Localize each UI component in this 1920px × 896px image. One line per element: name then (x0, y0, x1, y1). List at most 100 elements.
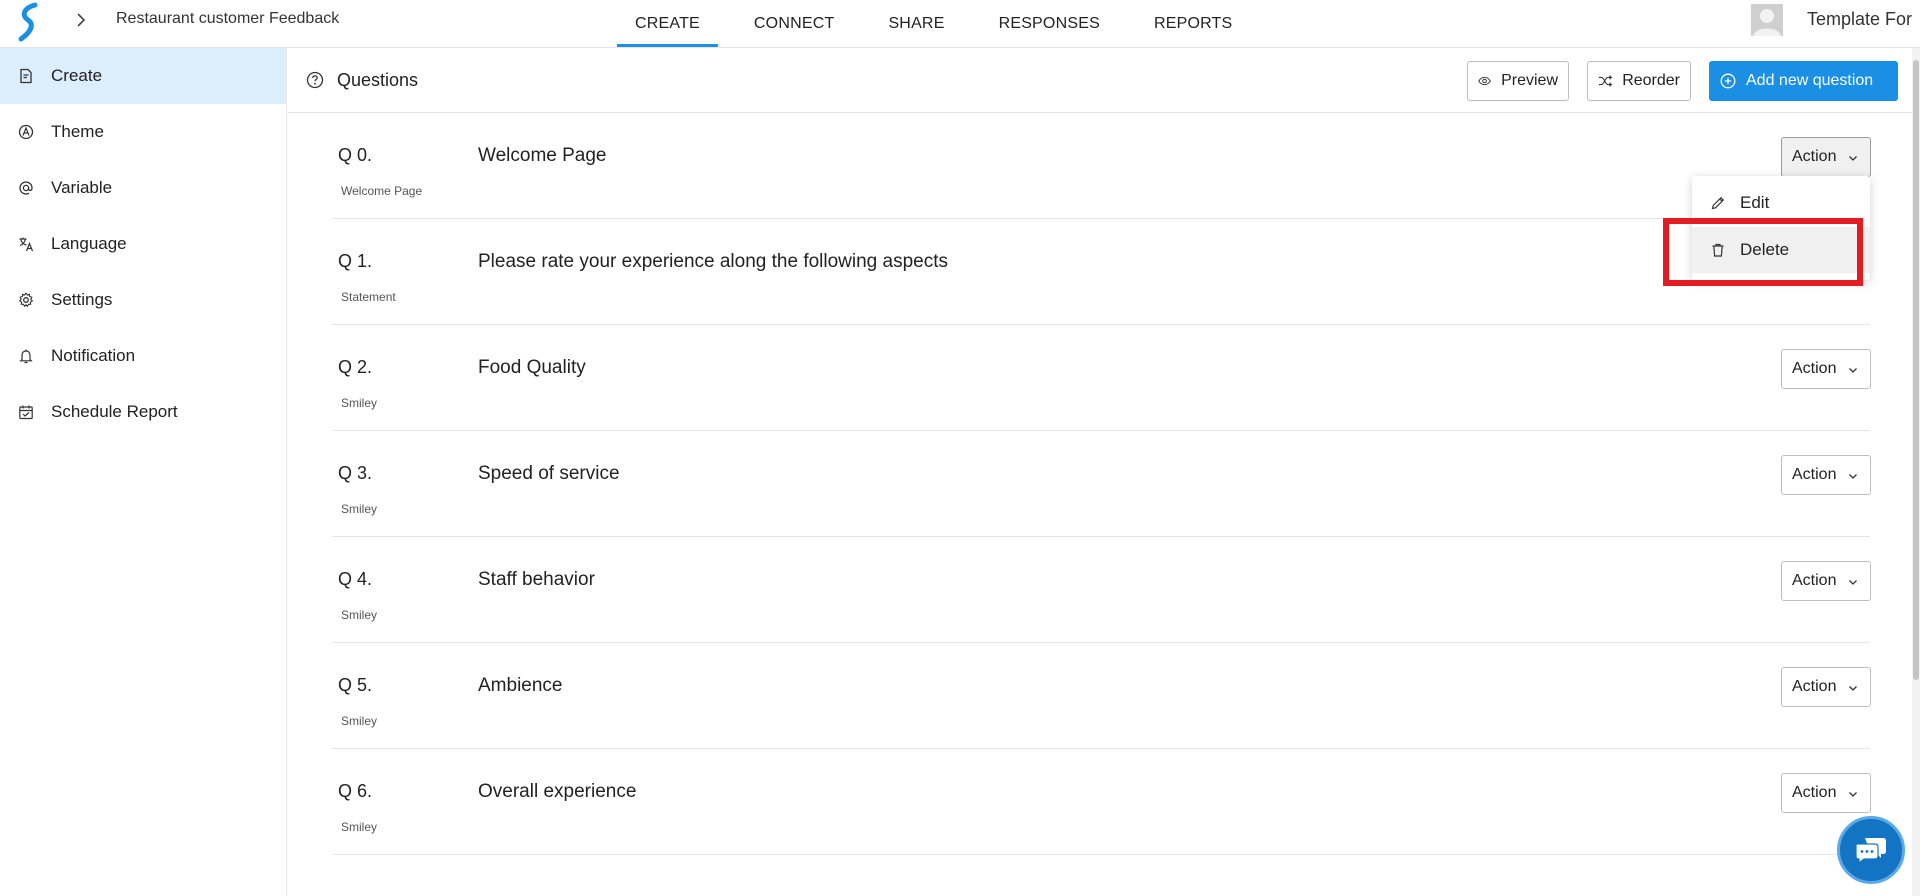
main-content: Questions Preview Reorder Add new questi… (288, 48, 1920, 896)
question-text[interactable]: Speed of service (478, 463, 620, 485)
sidebar-item-create[interactable]: Create (0, 48, 286, 104)
question-type: Smiley (341, 502, 378, 516)
chevron-down-icon (1849, 792, 1857, 797)
tab-reports[interactable]: REPORTS (1136, 0, 1250, 48)
edit-label: Edit (1740, 193, 1770, 212)
reorder-button[interactable]: Reorder (1587, 61, 1691, 101)
question-type: Welcome Page (341, 184, 423, 198)
gear-icon (18, 292, 34, 308)
sidebar-item-label: Variable (51, 178, 113, 197)
sidebar-item-label: Language (51, 234, 127, 253)
sidebar-item-label: Theme (51, 122, 104, 141)
avatar-icon[interactable] (1751, 4, 1783, 36)
action-label: Action (1792, 678, 1837, 695)
question-row: Q 1. Statement Please rate your experien… (332, 219, 1870, 325)
question-row: Q 3. Smiley Speed of service Action (332, 431, 1871, 537)
tab-reports-label: REPORTS (1153, 15, 1233, 32)
help-circle-icon (306, 71, 324, 89)
sidebar-item-notification[interactable]: Notification (0, 328, 286, 384)
action-label: Action (1792, 360, 1837, 377)
chevron-down-icon (1849, 686, 1857, 691)
sidebar-item-variable[interactable]: Variable (0, 160, 286, 216)
page-title: Questions (337, 70, 419, 90)
plus-circle-icon (1720, 73, 1736, 89)
question-row: Q 0. Welcome Page Welcome Page Action (332, 113, 1871, 219)
question-number: Q 1. (338, 251, 373, 271)
sidebar-item-label: Schedule Report (51, 402, 178, 421)
question-type: Smiley (341, 608, 378, 622)
eye-icon (1478, 76, 1491, 86)
question-number: Q 0. (338, 145, 373, 165)
top-bar: Restaurant customer Feedback CREATE CONN… (0, 0, 1920, 48)
delete-label: Delete (1740, 240, 1790, 259)
add-new-question-button[interactable]: Add new question (1709, 61, 1898, 101)
question-row: Q 4. Smiley Staff behavior Action (332, 537, 1871, 643)
action-label: Action (1792, 466, 1837, 483)
bell-icon (18, 348, 34, 364)
scrollbar-thumb[interactable] (1913, 60, 1919, 680)
chat-icon (1855, 838, 1886, 865)
sidebar-item-language[interactable]: Language (0, 216, 286, 272)
chevron-right-icon[interactable] (74, 11, 88, 29)
top-tabs: CREATE CONNECT SHARE RESPONSES REPORTS (617, 0, 1268, 48)
question-number: Q 6. (338, 781, 373, 801)
question-text[interactable]: Ambience (478, 675, 563, 697)
reorder-label: Reorder (1622, 72, 1680, 89)
question-row: Q 6. Smiley Overall experience Action (332, 749, 1871, 855)
question-type: Smiley (341, 396, 378, 410)
question-text[interactable]: Overall experience (478, 781, 636, 803)
action-dropdown-button[interactable]: Action (1781, 455, 1871, 495)
sidebar-item-label: Create (51, 66, 103, 85)
question-row: Q 5. Smiley Ambience Action (332, 643, 1871, 749)
add-new-question-label: Add new question (1746, 72, 1874, 89)
theme-icon (18, 124, 34, 140)
action-menu: Edit Delete (1692, 176, 1870, 280)
shuffle-icon (1598, 75, 1613, 87)
action-label: Action (1792, 148, 1837, 165)
sidebar-item-schedule-report[interactable]: Schedule Report (0, 384, 286, 440)
pencil-icon (1711, 196, 1725, 210)
sidebar-item-settings[interactable]: Settings (0, 272, 286, 328)
at-icon (18, 180, 34, 196)
action-dropdown-button[interactable]: Action (1781, 667, 1871, 707)
chevron-down-icon (1849, 474, 1857, 479)
tab-share-label: SHARE (888, 15, 945, 32)
preview-label: Preview (1501, 72, 1558, 89)
question-text[interactable]: Welcome Page (478, 145, 607, 167)
app-logo-icon[interactable] (16, 2, 40, 42)
tab-create[interactable]: CREATE (617, 0, 718, 48)
action-label: Action (1792, 572, 1837, 589)
tab-create-label: CREATE (635, 15, 700, 32)
create-form-icon (18, 68, 34, 84)
delete-menu-item[interactable]: Delete (1692, 227, 1870, 273)
account-name[interactable]: Template For (1807, 9, 1912, 30)
action-dropdown-button[interactable]: Action (1781, 773, 1871, 813)
trash-icon (1712, 243, 1724, 257)
tab-responses[interactable]: RESPONSES (981, 0, 1118, 48)
action-dropdown-button[interactable]: Action (1781, 349, 1871, 389)
tab-share[interactable]: SHARE (870, 0, 962, 48)
sidebar: Create Theme Variable Language Settings … (0, 48, 287, 896)
question-text[interactable]: Food Quality (478, 357, 586, 379)
action-dropdown-button[interactable]: Action (1781, 561, 1871, 601)
tab-responses-label: RESPONSES (998, 15, 1100, 32)
tab-connect-label: CONNECT (753, 15, 835, 32)
sidebar-item-theme[interactable]: Theme (0, 104, 286, 160)
chevron-down-icon (1849, 580, 1857, 585)
chat-button[interactable] (1837, 816, 1905, 884)
question-number: Q 4. (338, 569, 373, 589)
edit-menu-item[interactable]: Edit (1692, 180, 1870, 226)
form-title: Restaurant customer Feedback (116, 10, 340, 27)
question-number: Q 5. (338, 675, 373, 695)
questions-header: Questions Preview Reorder Add new questi… (288, 48, 1920, 113)
question-number: Q 2. (338, 357, 373, 377)
calendar-icon (18, 404, 34, 420)
sidebar-item-label: Settings (51, 290, 113, 309)
chevron-down-icon (1849, 156, 1857, 161)
question-text[interactable]: Staff behavior (478, 569, 595, 591)
tab-connect[interactable]: CONNECT (736, 0, 853, 48)
question-text[interactable]: Please rate your experience along the fo… (478, 251, 948, 273)
question-list: Q 0. Welcome Page Welcome Page Action Q … (332, 113, 1871, 855)
preview-button[interactable]: Preview (1467, 61, 1569, 101)
action-dropdown-button[interactable]: Action (1781, 137, 1871, 177)
